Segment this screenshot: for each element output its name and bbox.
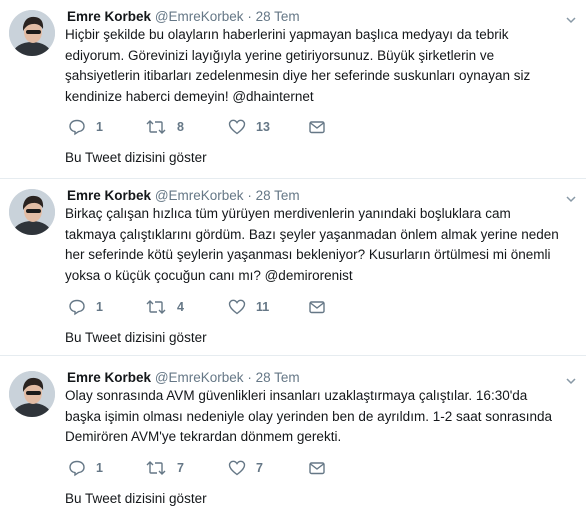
tweet-text-line: Birkaç çalışan hızlıca tüm yürüyen merdi… <box>65 206 511 221</box>
reply-icon <box>68 118 86 136</box>
direct-message-button[interactable] <box>308 297 326 317</box>
avatar[interactable] <box>9 371 55 417</box>
display-name[interactable]: Emre Korbek <box>67 370 151 385</box>
tweet-actions: 1 4 11 <box>68 297 368 317</box>
tweet-divider <box>0 355 586 356</box>
tweet-timestamp[interactable]: 28 Tem <box>256 188 300 203</box>
envelope-icon <box>308 459 326 477</box>
user-handle[interactable]: @EmreKorbek <box>155 188 244 203</box>
tweet-divider <box>0 178 586 179</box>
reply-icon <box>68 459 86 477</box>
tweet-text-line: Olay sonrasında AVM güvenlikleri insanla… <box>65 388 528 403</box>
separator-dot: · <box>247 188 252 203</box>
tweet[interactable]: Emre Korbek @EmreKorbek · 28 Tem Hiçbir … <box>0 8 586 172</box>
tweet-text-line: her seferinde kötü şeylerin yaşanması be… <box>65 247 551 262</box>
display-name[interactable]: Emre Korbek <box>67 9 151 24</box>
tweet-timestamp[interactable]: 28 Tem <box>256 9 300 24</box>
retweet-button[interactable]: 4 <box>145 297 184 317</box>
user-handle[interactable]: @EmreKorbek <box>155 9 244 24</box>
tweet-timestamp[interactable]: 28 Tem <box>256 370 300 385</box>
tweet-text: Hiçbir şekilde bu olayların haberlerini … <box>65 25 575 107</box>
tweet-text-line: şahsiyetlerin itibarları zedelenmesin di… <box>65 68 531 83</box>
tweet-text: Birkaç çalışan hızlıca tüm yürüyen merdi… <box>65 204 575 286</box>
heart-icon <box>228 459 246 477</box>
retweet-icon <box>145 118 167 136</box>
like-button[interactable]: 13 <box>228 117 270 137</box>
tweet-text-line: kendinize haberci demeyin! @dhainternet <box>65 88 314 104</box>
avatar[interactable] <box>9 10 55 56</box>
show-thread-link[interactable]: Bu Tweet dizisini göster <box>65 150 207 165</box>
retweet-button[interactable]: 8 <box>145 117 184 137</box>
direct-message-button[interactable] <box>308 458 326 478</box>
heart-icon <box>228 298 246 316</box>
reply-button[interactable]: 1 <box>68 117 103 137</box>
show-thread-link[interactable]: Bu Tweet dizisini göster <box>65 330 207 345</box>
tweet-text-line: ediyorum. Görevinizi layığıyla yerine ge… <box>65 47 495 63</box>
direct-message-button[interactable] <box>308 117 326 137</box>
tweet-header: Emre Korbek @EmreKorbek · 28 Tem <box>67 187 300 204</box>
chevron-down-icon[interactable] <box>566 191 576 203</box>
tweet-text-line: Hiçbir şekilde bu olayların haberlerini … <box>65 27 509 42</box>
tweet-header: Emre Korbek @EmreKorbek · 28 Tem <box>67 369 300 386</box>
tweet-actions: 1 7 7 <box>68 458 368 478</box>
tweet[interactable]: Emre Korbek @EmreKorbek · 28 Tem Birkaç … <box>0 187 586 352</box>
tweet-actions: 1 8 13 <box>68 117 368 137</box>
tweet-text: Olay sonrasında AVM güvenlikleri insanla… <box>65 386 575 448</box>
tweet-text-line: yoksa o küçük çocuğun canı mı? @demirore… <box>65 267 353 283</box>
reply-count: 1 <box>96 120 103 134</box>
tweet-header: Emre Korbek @EmreKorbek · 28 Tem <box>67 8 300 25</box>
chevron-down-icon[interactable] <box>566 12 576 24</box>
reply-count: 1 <box>96 300 103 314</box>
retweet-count: 7 <box>177 461 184 475</box>
like-count: 11 <box>256 300 270 314</box>
envelope-icon <box>308 118 326 136</box>
tweet[interactable]: Emre Korbek @EmreKorbek · 28 Tem Olay so… <box>0 369 586 513</box>
like-button[interactable]: 7 <box>228 458 263 478</box>
show-thread-link[interactable]: Bu Tweet dizisini göster <box>65 491 207 506</box>
envelope-icon <box>308 298 326 316</box>
like-count: 7 <box>256 461 263 475</box>
user-handle[interactable]: @EmreKorbek <box>155 370 244 385</box>
avatar[interactable] <box>9 189 55 235</box>
retweet-count: 8 <box>177 120 184 134</box>
separator-dot: · <box>247 9 252 24</box>
tweet-text-line: başka işimin olması nedeniyle olay yerin… <box>65 408 553 424</box>
retweet-icon <box>145 459 167 477</box>
retweet-button[interactable]: 7 <box>145 458 184 478</box>
reply-icon <box>68 298 86 316</box>
retweet-icon <box>145 298 167 316</box>
like-count: 13 <box>256 120 270 134</box>
retweet-count: 4 <box>177 300 184 314</box>
reply-count: 1 <box>96 461 103 475</box>
separator-dot: · <box>247 370 252 385</box>
like-button[interactable]: 11 <box>228 297 269 317</box>
tweet-text-line: takmaya çalıştıklarını gördüm. Bazı şeyl… <box>65 226 559 242</box>
reply-button[interactable]: 1 <box>68 458 103 478</box>
tweet-text-line: Demirören AVM'ye tekrardan dönmem gerekt… <box>65 429 342 444</box>
heart-icon <box>228 118 246 136</box>
reply-button[interactable]: 1 <box>68 297 103 317</box>
display-name[interactable]: Emre Korbek <box>67 188 151 203</box>
chevron-down-icon[interactable] <box>566 373 576 385</box>
